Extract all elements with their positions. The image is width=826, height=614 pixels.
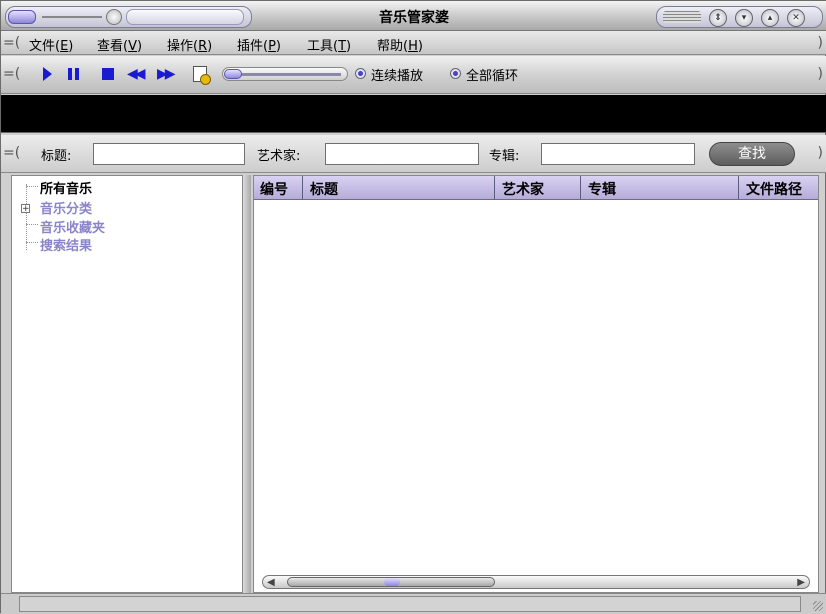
minimize-button[interactable]: ▾ bbox=[735, 9, 753, 27]
decor-strip bbox=[663, 11, 701, 23]
music-tree: + 所有音乐 音乐分类 音乐收藏夹 搜索结果 bbox=[11, 175, 243, 593]
album-search-input[interactable] bbox=[541, 143, 695, 165]
tree-connector bbox=[26, 224, 38, 225]
resize-grip-icon[interactable] bbox=[813, 601, 823, 611]
menu-file[interactable]: 文件(E) bbox=[29, 35, 73, 54]
stop-button[interactable] bbox=[99, 66, 117, 82]
previous-icon: ◀◀ bbox=[127, 66, 146, 82]
status-bar bbox=[1, 593, 826, 614]
close-button[interactable]: ✕ bbox=[787, 9, 805, 27]
tree-connector bbox=[26, 242, 38, 243]
bracket-right-icon: ) bbox=[817, 35, 823, 51]
pause-button[interactable] bbox=[65, 66, 83, 82]
column-artist[interactable]: 艺术家 bbox=[502, 179, 544, 199]
column-number[interactable]: 编号 bbox=[260, 179, 288, 199]
column-file-path[interactable]: 文件路径 bbox=[746, 179, 802, 199]
artist-search-input[interactable] bbox=[325, 143, 479, 165]
tree-item-search-results[interactable]: 搜索结果 bbox=[40, 235, 92, 254]
tree-item-music-category[interactable]: 音乐分类 bbox=[40, 198, 92, 217]
player-toolbar: =( ◀◀ ▶▶ 连续播放 全部循环 ) bbox=[1, 56, 826, 94]
status-text bbox=[19, 596, 801, 612]
menu-help[interactable]: 帮助(H) bbox=[377, 35, 423, 54]
bracket-left-icon: =( bbox=[3, 66, 21, 82]
column-separator[interactable] bbox=[494, 176, 495, 199]
edit-document-icon bbox=[193, 66, 211, 85]
loop-all-label: 全部循环 bbox=[466, 69, 519, 84]
menu-tools[interactable]: 工具(T) bbox=[307, 35, 351, 54]
tree-connector bbox=[26, 184, 27, 250]
stop-icon bbox=[102, 68, 114, 80]
title-search-input[interactable] bbox=[93, 143, 245, 165]
scroll-right-icon[interactable]: ▶ bbox=[797, 577, 805, 588]
menu-view[interactable]: 查看(V) bbox=[97, 35, 142, 54]
bracket-right-icon: ) bbox=[817, 145, 823, 161]
artist-search-label: 艺术家: bbox=[257, 149, 301, 164]
column-album[interactable]: 专辑 bbox=[588, 179, 616, 199]
menu-operate[interactable]: 操作(R) bbox=[167, 35, 212, 54]
play-button[interactable] bbox=[39, 66, 57, 82]
menu-plugin[interactable]: 插件(P) bbox=[237, 35, 281, 54]
previous-button[interactable]: ◀◀ bbox=[127, 66, 146, 82]
tree-item-all-music[interactable]: 所有音乐 bbox=[40, 178, 92, 197]
volume-slider[interactable] bbox=[222, 67, 348, 81]
continuous-play-radio[interactable] bbox=[355, 68, 366, 79]
column-title[interactable]: 标题 bbox=[310, 179, 338, 199]
search-bar: =( 标题: 艺术家: 专辑: 查找 ) bbox=[1, 135, 826, 173]
scroll-thumb[interactable] bbox=[287, 577, 495, 587]
list-header: 编号 标题 艺术家 专辑 文件路径 bbox=[254, 176, 818, 200]
music-list: 编号 标题 艺术家 专辑 文件路径 ◀ ▶ bbox=[253, 175, 819, 593]
bracket-left-icon: =( bbox=[3, 35, 21, 51]
app-window: 音乐管家婆 ⇕ ▾ ▴ ✕ =( 文件(E) 查看(V) 操作(R) 插件(P)… bbox=[0, 0, 826, 614]
slider-thumb[interactable] bbox=[224, 69, 242, 79]
pane-splitter[interactable] bbox=[243, 175, 251, 593]
window-controls: ⇕ ▾ ▴ ✕ bbox=[656, 6, 823, 28]
bracket-right-icon: ) bbox=[817, 66, 823, 82]
column-separator[interactable] bbox=[302, 176, 303, 199]
title-bar[interactable]: 音乐管家婆 ⇕ ▾ ▴ ✕ bbox=[1, 1, 826, 31]
tree-connector bbox=[26, 186, 38, 187]
next-button[interactable]: ▶▶ bbox=[157, 66, 176, 82]
slider-track bbox=[237, 73, 341, 76]
pause-icon bbox=[68, 68, 83, 80]
expand-icon[interactable]: + bbox=[21, 204, 30, 214]
find-button[interactable]: 查找 bbox=[709, 142, 795, 166]
horizontal-scrollbar[interactable]: ◀ ▶ bbox=[254, 572, 818, 592]
grip-icon bbox=[384, 578, 400, 586]
scroll-track[interactable]: ◀ ▶ bbox=[262, 575, 810, 589]
next-icon: ▶▶ bbox=[157, 66, 176, 82]
column-separator[interactable] bbox=[580, 176, 581, 199]
now-playing-display bbox=[1, 95, 826, 133]
bracket-left-icon: =( bbox=[3, 145, 21, 161]
album-search-label: 专辑: bbox=[489, 149, 520, 164]
tree-item-favorites[interactable]: 音乐收藏夹 bbox=[40, 217, 105, 236]
maximize-button[interactable]: ▴ bbox=[761, 9, 779, 27]
menu-bar: =( 文件(E) 查看(V) 操作(R) 插件(P) 工具(T) 帮助(H) ) bbox=[1, 31, 826, 55]
column-separator[interactable] bbox=[738, 176, 739, 199]
scroll-left-icon[interactable]: ◀ bbox=[267, 577, 275, 588]
title-search-label: 标题: bbox=[41, 149, 72, 164]
scroll-arrows-icon[interactable]: ⇕ bbox=[709, 9, 727, 27]
loop-all-radio[interactable] bbox=[450, 68, 461, 79]
play-icon bbox=[43, 67, 52, 81]
continuous-play-label: 连续播放 bbox=[371, 69, 424, 84]
edit-document-button[interactable] bbox=[191, 66, 211, 85]
